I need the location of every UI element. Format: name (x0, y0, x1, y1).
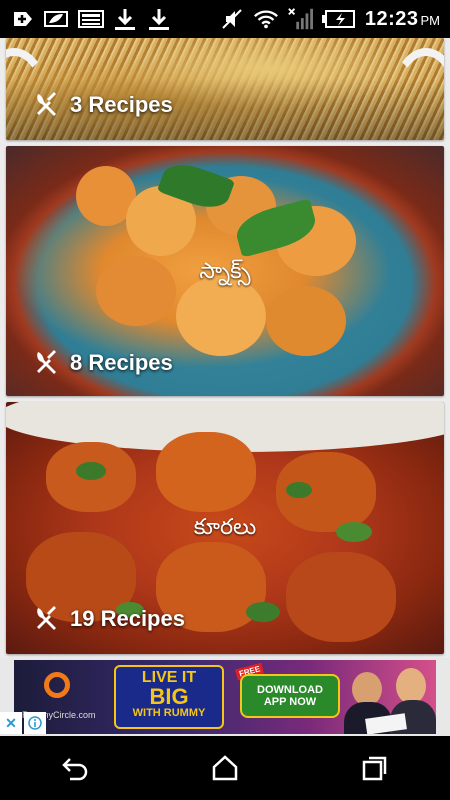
ad-creative[interactable]: RummyCircle.com LIVE IT BIG WITH RUMMY F… (14, 660, 436, 734)
category-list[interactable]: 3 Recipes స్నాక్స్ 8 Recipes కూరలు 19 Re… (0, 38, 450, 658)
wifi-icon (253, 7, 279, 31)
recipe-count: 19 Recipes (34, 606, 185, 632)
category-image (6, 38, 444, 140)
home-button[interactable] (203, 746, 247, 790)
ad-headline-line3: WITH RUMMY (132, 707, 206, 719)
category-title: స్నాక్స్ (199, 258, 251, 283)
battery-charging-icon (321, 7, 357, 31)
download-icon (112, 7, 138, 31)
recents-button[interactable] (353, 746, 397, 790)
clock: 12:23 PM (365, 8, 440, 31)
ad-people-image (344, 664, 436, 734)
ad-close-glyph: ✕ (5, 714, 17, 731)
recipe-count: 8 Recipes (34, 350, 173, 376)
recipe-count: 3 Recipes (34, 92, 173, 118)
ad-headline-line2: BIG (149, 684, 189, 709)
ad-download-button[interactable]: DOWNLOAD APP NOW (240, 674, 340, 718)
image-icon (78, 7, 104, 31)
recipe-count-label: 3 Recipes (70, 92, 173, 117)
ad-cta-line1: DOWNLOAD (257, 684, 323, 696)
recipe-count-label: 19 Recipes (70, 606, 185, 631)
ad-info-icon[interactable] (24, 712, 46, 734)
mute-icon (219, 7, 245, 31)
category-title: కూరలు (193, 514, 257, 539)
signal-icon (287, 7, 313, 31)
back-icon (62, 758, 88, 781)
status-bar: 12:23 PM (0, 0, 450, 38)
cutlery-icon (37, 606, 56, 630)
category-card[interactable]: 3 Recipes (6, 38, 444, 140)
add-icon (10, 7, 36, 31)
ad-headline: LIVE IT BIG WITH RUMMY (114, 665, 224, 729)
navigation-bar (0, 736, 450, 800)
recents-icon (362, 756, 387, 781)
clock-ampm: PM (420, 12, 441, 28)
battery-saver-icon (44, 7, 70, 31)
recipe-count-label: 8 Recipes (70, 350, 173, 375)
clock-time: 12:23 (364, 7, 419, 30)
back-button[interactable] (53, 746, 97, 790)
download-icon (146, 7, 172, 31)
cutlery-icon (37, 350, 56, 374)
home-icon (212, 755, 238, 781)
category-card[interactable]: స్నాక్స్ 8 Recipes (6, 146, 444, 396)
ad-close-icon[interactable]: ✕ (0, 712, 22, 734)
ad-banner[interactable]: RummyCircle.com LIVE IT BIG WITH RUMMY F… (0, 658, 450, 736)
ad-cta-line2: APP NOW (263, 696, 317, 708)
category-card[interactable]: కూరలు 19 Recipes (6, 402, 444, 654)
cutlery-icon (37, 92, 56, 116)
